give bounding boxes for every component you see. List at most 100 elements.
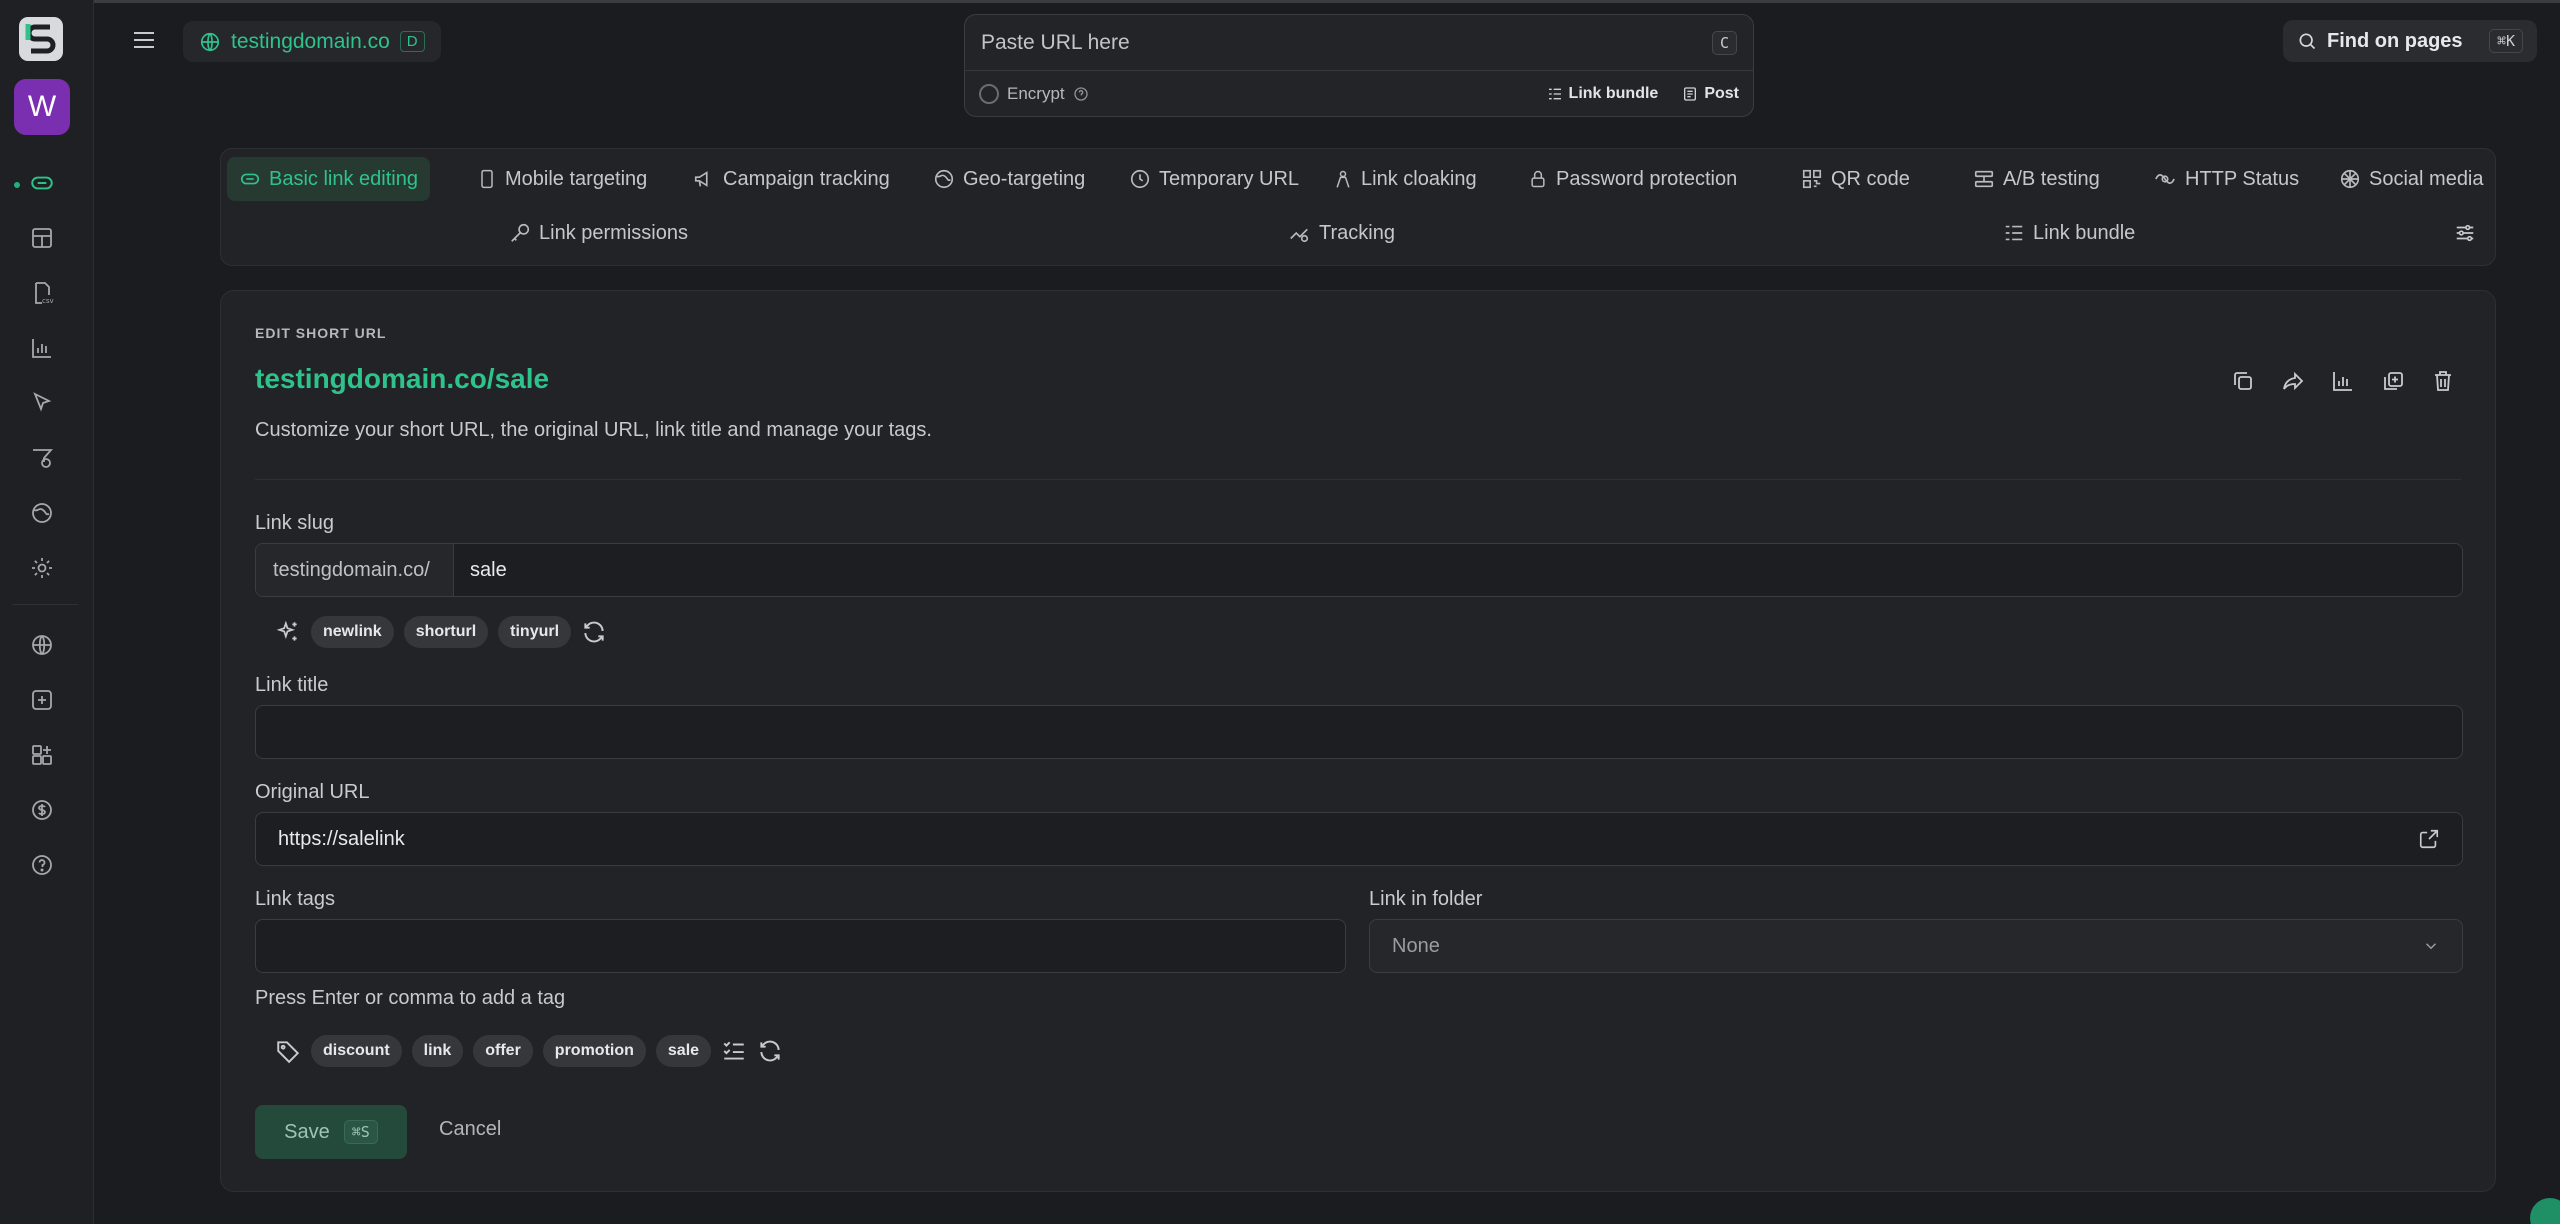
- edit-short-url-card: EDIT SHORT URL testingdomain.co/sale Cus…: [220, 290, 2496, 1192]
- rail-integrations-icon[interactable]: [22, 735, 62, 775]
- paste-url-shortcut: C: [1711, 30, 1737, 55]
- rail-settings-icon[interactable]: [22, 548, 62, 588]
- rail-billing-icon[interactable]: [22, 790, 62, 830]
- tab-link-bundle[interactable]: Link bundle: [1991, 211, 2147, 255]
- rail-divider: [12, 604, 78, 605]
- rail-csv-icon[interactable]: csv: [22, 273, 62, 313]
- tab-label: Social media: [2369, 167, 2484, 190]
- tab-ab-testing[interactable]: A/B testing: [1961, 157, 2112, 201]
- tab-link-cloaking[interactable]: Link cloaking: [1321, 157, 1489, 201]
- tags-hint: Press Enter or comma to add a tag: [255, 987, 566, 1009]
- help-icon[interactable]: [1073, 86, 1089, 102]
- find-shortcut: ⌘K: [2488, 29, 2523, 53]
- tab-label: Campaign tracking: [723, 167, 890, 190]
- url-shortener-box: Paste URL here C Encrypt Link bundle Pos…: [964, 14, 1754, 117]
- rail-globe-icon[interactable]: [22, 493, 62, 533]
- rail-links-icon[interactable]: [22, 163, 62, 203]
- paste-url-input[interactable]: Paste URL here: [981, 31, 1130, 55]
- tab-label: Basic link editing: [269, 167, 418, 190]
- chevron-down-icon: [2422, 937, 2440, 955]
- cancel-button[interactable]: Cancel: [439, 1118, 501, 1141]
- rail-filter-icon[interactable]: [22, 438, 62, 478]
- external-link-icon[interactable]: [2418, 828, 2440, 850]
- slug-prefix: testingdomain.co/: [256, 544, 454, 596]
- qr-icon: [1801, 168, 1823, 190]
- rail-analytics-icon[interactable]: [22, 328, 62, 368]
- app-logo[interactable]: [18, 16, 64, 62]
- tab-basic-link-editing[interactable]: Basic link editing: [227, 157, 430, 201]
- link-tags-input[interactable]: [255, 919, 1346, 973]
- tab-tracking[interactable]: Tracking: [1275, 211, 1407, 255]
- split-icon: [1973, 168, 1995, 190]
- short-url-title[interactable]: testingdomain.co/sale: [255, 363, 549, 395]
- link-icon: [239, 168, 261, 190]
- original-url-input[interactable]: https://salelink: [278, 828, 405, 851]
- svg-text:csv: csv: [42, 297, 54, 305]
- slug-chip[interactable]: shorturl: [403, 616, 489, 648]
- rail-add-icon[interactable]: [22, 680, 62, 720]
- sliders-icon: [2453, 222, 2477, 244]
- feature-tab-bar: Basic link editing Mobile targeting Camp…: [220, 148, 2496, 266]
- tab-label: Mobile targeting: [505, 167, 648, 190]
- encrypt-radio[interactable]: [979, 84, 999, 104]
- rail-cursor-icon[interactable]: [22, 383, 62, 423]
- save-button[interactable]: Save ⌘S: [255, 1105, 407, 1159]
- tag-chip[interactable]: sale: [655, 1035, 712, 1067]
- tab-settings-sliders[interactable]: [2441, 211, 2489, 255]
- link-bundle-button[interactable]: Link bundle: [1547, 85, 1658, 103]
- tag-icon: [275, 1038, 301, 1064]
- tab-link-permissions[interactable]: Link permissions: [497, 211, 700, 255]
- post-label: Post: [1704, 85, 1739, 102]
- slug-chip[interactable]: newlink: [311, 616, 394, 648]
- tab-mobile-targeting[interactable]: Mobile targeting: [465, 157, 659, 201]
- link-tags-label: Link tags: [255, 888, 336, 910]
- search-icon: [2297, 31, 2317, 51]
- tag-chip[interactable]: offer: [473, 1035, 533, 1067]
- tab-campaign-tracking[interactable]: Campaign tracking: [681, 157, 902, 201]
- tag-chip[interactable]: discount: [311, 1035, 402, 1067]
- tracking-icon: [1287, 222, 1311, 244]
- menu-toggle-icon[interactable]: [128, 24, 160, 56]
- tab-social-media[interactable]: Social media: [2327, 157, 2496, 201]
- save-label: Save: [284, 1120, 330, 1143]
- list-tree-icon: [2003, 222, 2025, 244]
- link-folder-select[interactable]: None: [1369, 919, 2463, 973]
- chat-widget-button[interactable]: [2530, 1198, 2560, 1224]
- link-title-input[interactable]: [255, 705, 2463, 759]
- save-shortcut: ⌘S: [343, 1120, 378, 1144]
- megaphone-icon: [693, 168, 715, 190]
- workspace-avatar[interactable]: W: [14, 79, 70, 135]
- post-button[interactable]: Post: [1682, 85, 1739, 103]
- copy-icon[interactable]: [2227, 365, 2259, 397]
- tab-qr-code[interactable]: QR code: [1789, 157, 1922, 201]
- find-on-pages-button[interactable]: Find on pages ⌘K: [2283, 20, 2537, 62]
- link-slug-field[interactable]: testingdomain.co/ sale: [255, 543, 2463, 597]
- cloak-icon: [1333, 168, 1353, 190]
- rail-help-icon[interactable]: [22, 845, 62, 885]
- checklist-icon[interactable]: [721, 1038, 747, 1064]
- lock-icon: [1528, 168, 1548, 190]
- tab-temporary-url[interactable]: Temporary URL: [1117, 157, 1311, 201]
- delete-icon[interactable]: [2427, 365, 2459, 397]
- window-top-border: [0, 0, 2560, 3]
- tab-http-status[interactable]: HTTP Status: [2141, 157, 2311, 201]
- refresh-icon[interactable]: [581, 619, 607, 645]
- tab-geo-targeting[interactable]: Geo-targeting: [921, 157, 1097, 201]
- slug-chip[interactable]: tinyurl: [498, 616, 572, 648]
- tag-chip[interactable]: link: [411, 1035, 464, 1067]
- rail-dashboard-icon[interactable]: [22, 218, 62, 258]
- rail-domains-icon[interactable]: [22, 625, 62, 665]
- duplicate-icon[interactable]: [2377, 365, 2409, 397]
- domain-badge: D: [399, 31, 425, 52]
- domain-globe-icon: [199, 31, 221, 53]
- list-tree-icon: [1547, 86, 1563, 102]
- domain-selector[interactable]: testingdomain.co D: [183, 21, 441, 62]
- encrypt-toggle[interactable]: Encrypt: [979, 84, 1089, 104]
- tag-chip[interactable]: promotion: [542, 1035, 646, 1067]
- refresh-icon[interactable]: [757, 1038, 783, 1064]
- original-url-field[interactable]: https://salelink: [255, 812, 2463, 866]
- analytics-icon[interactable]: [2327, 365, 2359, 397]
- slug-input[interactable]: sale: [454, 544, 2462, 596]
- tab-password-protection[interactable]: Password protection: [1516, 157, 1749, 201]
- share-icon[interactable]: [2277, 365, 2309, 397]
